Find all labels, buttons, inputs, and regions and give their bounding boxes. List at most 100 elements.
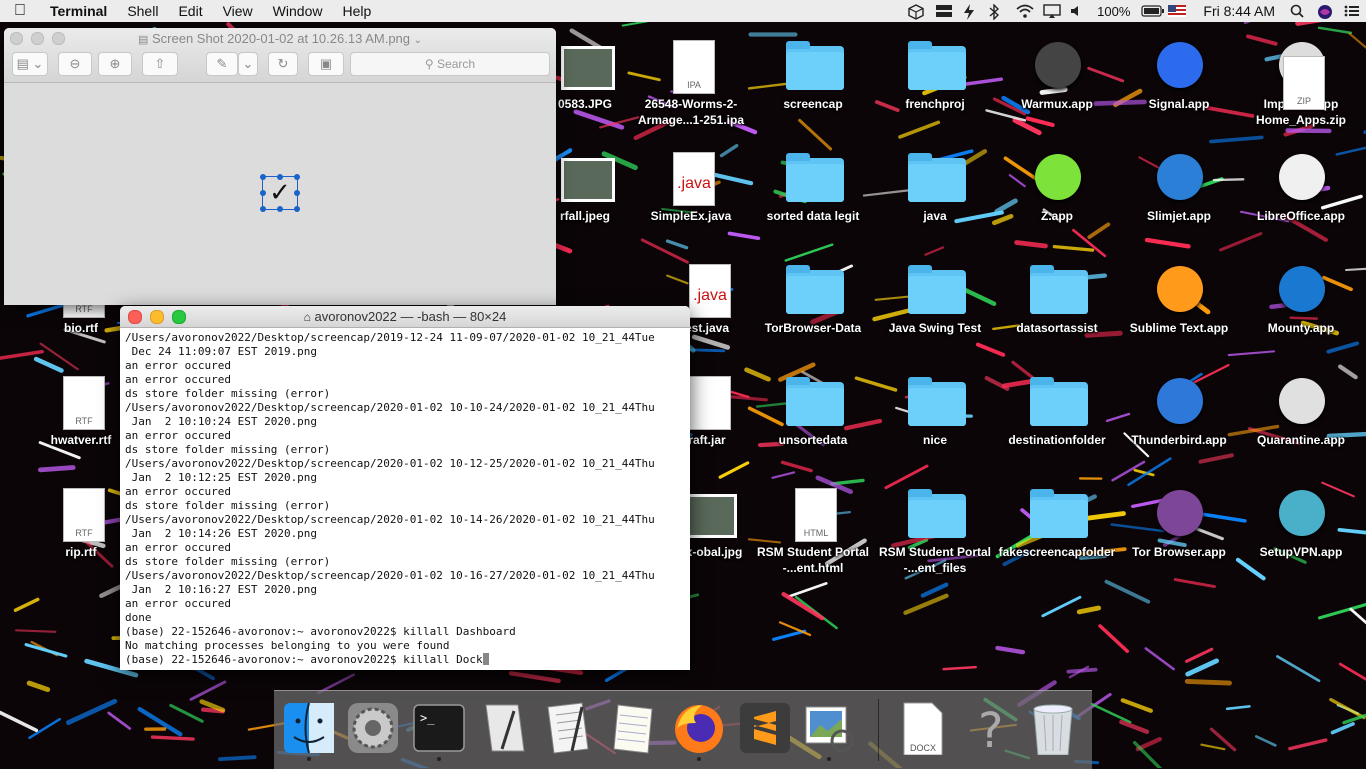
preview-icon[interactable]	[802, 701, 856, 757]
markup-menu-button[interactable]: ⌄	[238, 52, 258, 76]
folder-icon	[1029, 488, 1085, 540]
zip-file-icon: ZIP	[1273, 56, 1329, 108]
apple-menu-icon[interactable]: 	[0, 2, 40, 20]
ipa-file-icon: IPA	[663, 40, 719, 92]
desktop-icon-signal-app[interactable]: Signal.app	[1120, 40, 1238, 112]
system-preferences-icon[interactable]	[346, 701, 400, 757]
notes-icon[interactable]	[608, 701, 662, 757]
desktop-icon-warmux-app[interactable]: Warmux.app	[998, 40, 1116, 112]
flash-app-icon[interactable]	[962, 4, 978, 18]
desktop-icon-mounty-app[interactable]: Mounty.app	[1242, 264, 1360, 336]
selection-handle[interactable]	[294, 174, 300, 180]
preview-window: ▤ Screen Shot 2020-01-02 at 10.26.13 AM.…	[4, 28, 556, 305]
desktop-icon-thunderbird-app[interactable]: Thunderbird.app	[1120, 376, 1238, 448]
terminal-line: Jan 2 10:16:27 EST 2020.png	[125, 583, 317, 596]
desktop-icon-simpleex-java[interactable]: .javaSimpleEx.java	[632, 152, 750, 224]
desktop-icon-quarantine-app[interactable]: Quarantine.app	[1242, 376, 1360, 448]
selection-handle[interactable]	[260, 190, 266, 196]
search-placeholder: Search	[437, 57, 475, 71]
folder-icon	[785, 264, 841, 316]
terminal-line: Jan 2 10:10:24 EST 2020.png	[125, 415, 317, 428]
battery-icon[interactable]	[1141, 4, 1157, 18]
search-field[interactable]: ⚲ Search	[350, 52, 550, 76]
toolbox-button[interactable]: ▣	[308, 52, 344, 76]
desktop-icon-rsm-student-portal-ent-html[interactable]: HTMLRSM Student Portal -...ent.html	[754, 488, 872, 576]
desktop-icon-sorted-data-legit[interactable]: sorted data legit	[754, 152, 872, 224]
menu-shell[interactable]: Shell	[117, 3, 168, 19]
unknown-item-icon[interactable]: ?	[962, 701, 1016, 757]
file-tag: RTF	[64, 304, 104, 314]
rotate-button[interactable]: ↻	[268, 52, 298, 76]
sidebar-toggle-button[interactable]: ▤ ⌄	[12, 52, 48, 76]
selection-handle[interactable]	[277, 206, 283, 212]
desktop-icon-26548-worms-2-armage-1-251-ipa[interactable]: IPA26548-Worms-2-Armage...1-251.ipa	[632, 40, 750, 128]
desktop-icon-z-app[interactable]: Z.app	[998, 152, 1116, 224]
script-editor-icon[interactable]	[478, 701, 532, 757]
image-thumbnail-icon	[557, 40, 613, 92]
wifi-icon[interactable]	[1016, 4, 1032, 18]
bluetooth-icon[interactable]	[989, 4, 1005, 18]
desktop-icon-java[interactable]: java	[876, 152, 994, 224]
app-menu-terminal[interactable]: Terminal	[40, 3, 117, 19]
app-icon	[1029, 40, 1085, 92]
checkmark-image[interactable]: ✓	[262, 176, 298, 210]
menu-edit[interactable]: Edit	[168, 3, 212, 19]
desktop-icon-rsm-student-portal-ent-files[interactable]: RSM Student Portal -...ent_files	[876, 488, 994, 576]
desktop-icon-label: nice	[876, 432, 994, 448]
desktop-icon-label: Z.app	[998, 208, 1116, 224]
share-button[interactable]: ⇧	[142, 52, 178, 76]
finder-icon[interactable]	[282, 701, 336, 757]
desktop-icon-libreoffice-app[interactable]: LibreOffice.app	[1242, 152, 1360, 224]
volume-icon[interactable]	[1070, 4, 1086, 18]
airplay-icon[interactable]	[1043, 4, 1059, 18]
trash-icon[interactable]	[1026, 701, 1080, 757]
desktop-icon-screencap[interactable]: screencap	[754, 40, 872, 112]
notification-center-icon[interactable]	[1344, 4, 1360, 18]
siri-icon[interactable]	[1317, 4, 1333, 18]
desktop-icon-datasortassist[interactable]: datasortassist	[998, 264, 1116, 336]
desktop-icon-unsortedata[interactable]: unsortedata	[754, 376, 872, 448]
desktop-icon-tor-browser-app[interactable]: Tor Browser.app	[1120, 488, 1238, 560]
desktop-icon-label: screencap	[754, 96, 872, 112]
zoom-out-button[interactable]: ⊖	[58, 52, 92, 76]
terminal-titlebar[interactable]: ⌂ avoronov2022 — -bash — 80×24	[120, 306, 690, 328]
spotlight-search-icon[interactable]	[1290, 4, 1306, 18]
terminal-icon[interactable]: >_	[412, 701, 466, 757]
desktop-icon-nice[interactable]: nice	[876, 376, 994, 448]
desktop-icon-home-apps-zip[interactable]: ZIPHome_Apps.zip	[1242, 56, 1360, 128]
zoom-in-button[interactable]: ⊕	[98, 52, 132, 76]
selection-handle[interactable]	[260, 206, 266, 212]
docx-document-icon[interactable]: DOCX	[896, 701, 950, 757]
chevron-down-icon[interactable]: ⌄	[414, 35, 422, 46]
desktop-icon-torbrowser-data[interactable]: TorBrowser-Data	[754, 264, 872, 336]
terminal-line: Jan 2 10:14:26 EST 2020.png	[125, 527, 317, 540]
clock[interactable]: Fri 8:44 AM	[1203, 3, 1275, 19]
selection-handle[interactable]	[294, 190, 300, 196]
selection-handle[interactable]	[277, 174, 283, 180]
folder-icon	[907, 488, 963, 540]
app-icon	[1151, 376, 1207, 428]
menu-help[interactable]: Help	[332, 3, 381, 19]
desktop-icon-fakescreencapfolder[interactable]: fakescreencapfolder	[998, 488, 1116, 560]
preview-titlebar[interactable]: ▤ Screen Shot 2020-01-02 at 10.26.13 AM.…	[4, 28, 556, 83]
selection-handle[interactable]	[294, 206, 300, 212]
us-flag-input-icon[interactable]	[1168, 4, 1184, 18]
textedit-icon[interactable]	[542, 701, 596, 757]
firefox-icon[interactable]	[672, 701, 726, 757]
desktop-icon-slimjet-app[interactable]: Slimjet.app	[1120, 152, 1238, 224]
desktop-icon-sublime-text-app[interactable]: Sublime Text.app	[1120, 264, 1238, 336]
battery-percent[interactable]: 100%	[1097, 4, 1130, 19]
preview-title: ▤ Screen Shot 2020-01-02 at 10.26.13 AM.…	[4, 31, 556, 46]
selection-handle[interactable]	[260, 174, 266, 180]
package-icon[interactable]	[908, 4, 924, 18]
desktop-icon-setupvpn-app[interactable]: SetupVPN.app	[1242, 488, 1360, 560]
menu-window[interactable]: Window	[263, 3, 333, 19]
terminal-output[interactable]: /Users/avoronov2022/Desktop/screencap/20…	[120, 328, 690, 667]
server-stack-icon[interactable]	[935, 4, 951, 18]
desktop-icon-java-swing-test[interactable]: Java Swing Test	[876, 264, 994, 336]
markup-pen-button[interactable]: ✎	[206, 52, 238, 76]
sublime-text-icon[interactable]	[738, 701, 792, 757]
menu-view[interactable]: View	[213, 3, 263, 19]
desktop-icon-destinationfolder[interactable]: destinationfolder	[998, 376, 1116, 448]
desktop-icon-frenchproj[interactable]: frenchproj	[876, 40, 994, 112]
